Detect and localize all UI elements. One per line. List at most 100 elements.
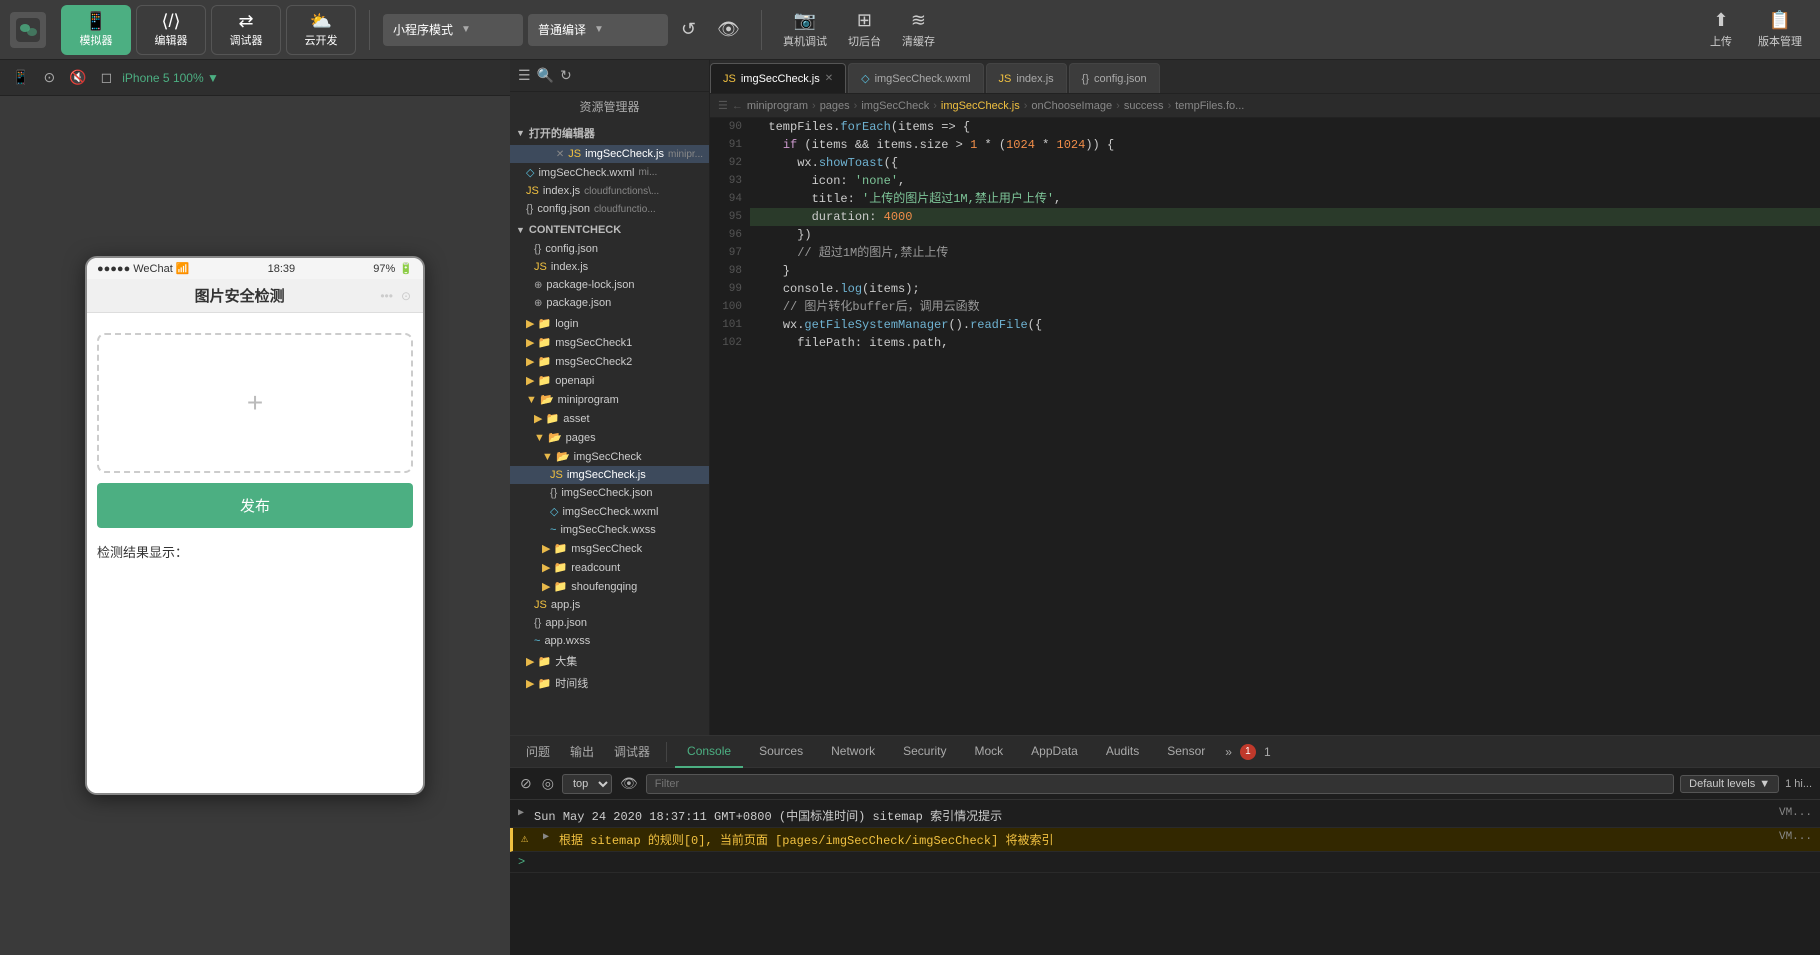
folder-login[interactable]: ▶ 📁 login [510,314,709,333]
file-app-js[interactable]: JS app.js [510,596,709,614]
open-editors-arrow: ▼ [516,128,525,138]
file-path: cloudfunctions\... [584,186,659,197]
devtools-security-tab[interactable]: Security [891,736,958,768]
hamburger-icon[interactable]: ☰ [518,67,531,84]
folder-pages[interactable]: ▼ 📂 pages [510,428,709,447]
upload-group[interactable]: ⬆ 上传 [1702,6,1740,53]
battery-percent: 97% [373,263,395,275]
device-zoom-dropdown[interactable]: ▼ [207,71,219,85]
bc-sep5: › [1116,100,1120,112]
refresh-btn[interactable]: ↺ [673,15,704,44]
editor-btn[interactable]: ⟨/⟩ 编辑器 [136,5,206,55]
real-debug-group[interactable]: 📷 真机调试 [775,6,835,53]
default-levels-btn[interactable]: Default levels ▼ [1680,775,1779,793]
phone-upload-area[interactable]: + [97,333,413,473]
folder-icon: ▶ 📁 [526,336,551,349]
open-file-index-js[interactable]: JS index.js cloudfunctions\... [510,182,709,200]
devtools-audits-tab[interactable]: Audits [1094,736,1151,768]
folder-readcount[interactable]: ▶ 📁 readcount [510,558,709,577]
debugger-label: 调试器 [230,32,263,48]
devtools-mock-tab[interactable]: Mock [962,736,1015,768]
phone-publish-btn[interactable]: 发布 [97,483,413,528]
tab-json-icon: {} [1082,73,1089,85]
console-prompt[interactable]: > [510,852,1820,873]
console-filter-input[interactable] [646,774,1674,794]
folder-daji[interactable]: ▶ 📁 大集 [510,650,709,672]
debugger-btn[interactable]: ⇄ 调试器 [211,5,281,55]
preview-btn[interactable]: 👁 [709,15,748,44]
phone-more-icon[interactable]: ••• [380,289,393,303]
separator-1 [369,10,370,50]
file-path: mi... [638,167,657,178]
top-toolbar: 📱 模拟器 ⟨/⟩ 编辑器 ⇄ 调试器 ⛅ 云开发 小程序模式 ▼ 普通编译 ▼… [0,0,1820,60]
devtools-more-tabs[interactable]: » [1225,745,1232,759]
console-eye-btn[interactable]: 👁 [618,773,640,794]
devtools-debugger-tab[interactable]: 调试器 [606,743,658,760]
folder-asset[interactable]: ▶ 📁 asset [510,409,709,428]
folder-icon: ▶ 📁 [542,542,567,555]
devtools-issues-tab[interactable]: 问题 [518,743,558,760]
folder-shoufengqing[interactable]: ▶ 📁 shoufengqing [510,577,709,596]
phone-page-title: 图片安全检测 [99,285,380,306]
search-icon[interactable]: 🔍 [537,67,554,84]
devtools-network-tab[interactable]: Network [819,736,887,768]
folder-msgseccheck1[interactable]: ▶ 📁 msgSecCheck1 [510,333,709,352]
version-group[interactable]: 📋 版本管理 [1750,6,1810,53]
folder-openapi[interactable]: ▶ 📁 openapi [510,371,709,390]
js-icon: JS [534,599,547,611]
file-app-json[interactable]: {} app.json [510,614,709,632]
main-area: 📱 ⊙ 🔇 ◻ iPhone 5 100% ▼ ●●●●● WeChat 📶 [0,60,1820,955]
devtools-separator [666,742,667,762]
folder-msgseccheck2[interactable]: ▶ 📁 msgSecCheck2 [510,352,709,371]
expand-icon[interactable]: ▶ [543,831,549,843]
console-pause-btn[interactable]: ◎ [540,773,556,794]
contentcheck-index[interactable]: JS index.js [510,258,709,276]
folder-timeline[interactable]: ▶ 📁 时间线 [510,672,709,694]
open-file-imgseccheck-wxml[interactable]: ◇ imgSecCheck.wxml mi... [510,163,709,182]
clear-cache-group[interactable]: ≋ 清缓存 [894,6,943,53]
tab-close-btn[interactable]: ✕ [825,73,833,84]
devtools-output-tab[interactable]: 输出 [562,743,602,760]
tab-imgseccheck-js[interactable]: JS imgSecCheck.js ✕ [710,63,846,93]
code-editor[interactable]: 90 tempFiles.forEach(items => { 91 if (i… [710,118,1820,735]
refresh-tree-icon[interactable]: ↻ [560,67,572,84]
open-file-config-json[interactable]: {} config.json cloudfunctio... [510,200,709,218]
expand-icon[interactable]: ▶ [518,807,524,819]
file-area: ☰ 🔍 ↻ 资源管理器 ▼ 打开的编辑器 ✕ JS imgSecCheck.js [510,60,1820,735]
console-clear-btn[interactable]: ⊘ [518,773,534,794]
contentcheck-pkg[interactable]: ⊕ package.json [510,294,709,312]
console-context-select[interactable]: top [562,774,612,794]
devtools-appdata-tab[interactable]: AppData [1019,736,1090,768]
sim-back[interactable]: ◻ [97,67,117,88]
contentcheck-config[interactable]: {} config.json [510,240,709,258]
tab-imgseccheck-wxml[interactable]: ◇ imgSecCheck.wxml [848,63,983,93]
phone-nav-icons: ••• ⊙ [380,289,411,303]
file-imgseccheck-js[interactable]: JS imgSecCheck.js [510,466,709,484]
tab-config-json[interactable]: {} config.json [1069,63,1160,93]
devtools-sensor-tab[interactable]: Sensor [1155,736,1217,768]
devtools-sources-tab[interactable]: Sources [747,736,815,768]
folder-miniprogram[interactable]: ▼ 📂 miniprogram [510,390,709,409]
tab-index-js[interactable]: JS index.js [986,63,1067,93]
folder-imgseccheck[interactable]: ▼ 📂 imgSecCheck [510,447,709,466]
simulator-btn[interactable]: 📱 模拟器 [61,5,131,55]
sim-rotate[interactable]: ⊙ [39,67,59,88]
file-imgseccheck-json[interactable]: {} imgSecCheck.json [510,484,709,502]
backend-group[interactable]: ⊞ 切后台 [840,6,889,53]
cloud-btn[interactable]: ⛅ 云开发 [286,5,356,55]
open-file-imgseccheck-js[interactable]: ✕ JS imgSecCheck.js minipr... [510,145,709,163]
contentcheck-pkg-lock[interactable]: ⊕ package-lock.json [510,276,709,294]
sim-sound[interactable]: 🔇 [65,67,90,88]
file-imgseccheck-wxml[interactable]: ◇ imgSecCheck.wxml [510,502,709,521]
open-editors-header[interactable]: ▼ 打开的编辑器 [510,121,709,145]
file-app-wxss[interactable]: ~ app.wxss [510,632,709,650]
file-name: package-lock.json [546,279,634,291]
phone-home-icon[interactable]: ⊙ [401,289,411,303]
compile-dropdown[interactable]: 普通编译 ▼ [528,14,668,46]
devtools-console-tab[interactable]: Console [675,736,743,768]
close-file-icon[interactable]: ✕ [556,149,564,160]
file-imgseccheck-wxss[interactable]: ~ imgSecCheck.wxss [510,521,709,539]
contentcheck-header[interactable]: ▼ CONTENTCHECK [510,220,709,240]
mode-dropdown[interactable]: 小程序模式 ▼ [383,14,523,46]
folder-msgseccheck[interactable]: ▶ 📁 msgSecCheck [510,539,709,558]
